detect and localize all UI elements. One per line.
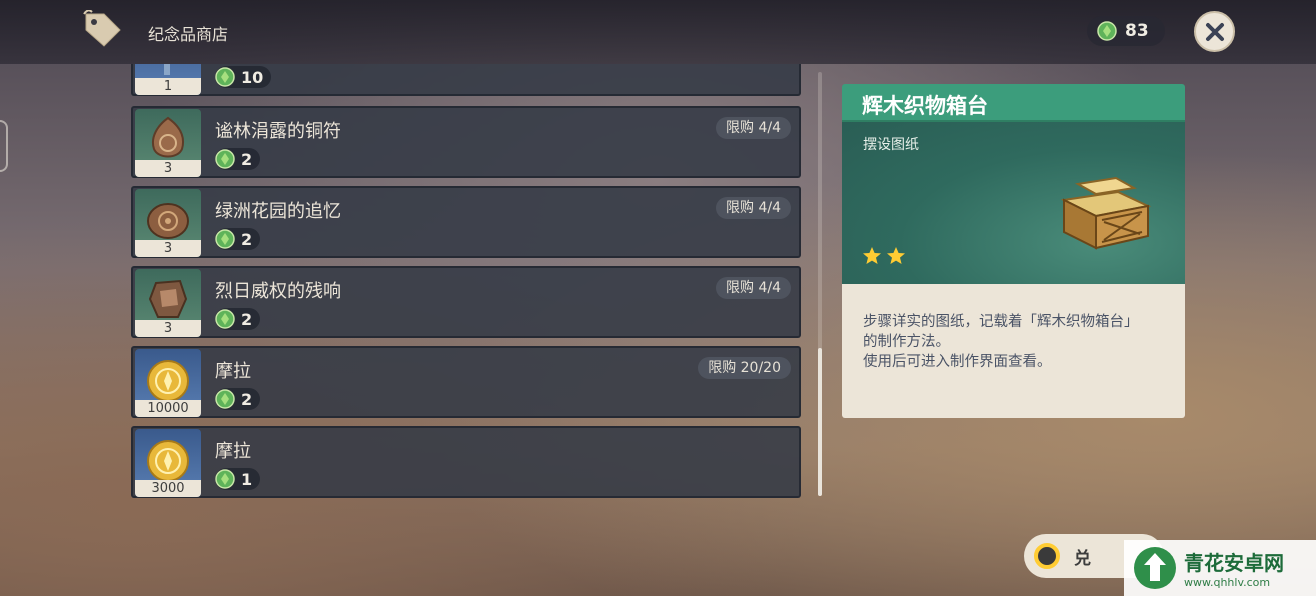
item-price: 10 bbox=[215, 66, 272, 88]
currency-gem-icon bbox=[215, 309, 235, 329]
item-price-value: 1 bbox=[241, 469, 253, 489]
mora-coin-icon bbox=[147, 440, 189, 482]
detail-description-panel: 步骤详实的图纸，记载着「辉木织物箱台」 的制作方法。 使用后可进入制作界面查看。 bbox=[842, 284, 1185, 418]
watermark-text: 青花安卓网 www.qhhlv.com bbox=[1184, 547, 1284, 589]
item-price: 2 bbox=[215, 148, 261, 170]
item-thumbnail: 1 bbox=[135, 64, 201, 95]
close-button[interactable] bbox=[1194, 11, 1235, 52]
item-thumbnail: 3000 bbox=[135, 429, 201, 497]
currency-value: 83 bbox=[1125, 21, 1149, 41]
item-name: 摩拉 bbox=[215, 441, 251, 462]
item-price: 1 bbox=[215, 468, 261, 490]
oasis-memento-icon bbox=[147, 203, 189, 239]
item-thumbnail: 3 bbox=[135, 109, 201, 177]
sunscorch-relic-icon bbox=[148, 279, 188, 318]
detail-title: 辉木织物箱台 bbox=[862, 94, 988, 118]
close-icon bbox=[1205, 22, 1224, 41]
list-item[interactable]: 3 烈日威权的残响 2 限购 4/4 bbox=[131, 266, 801, 338]
purchase-limit-badge: 限购 20/20 bbox=[698, 357, 791, 379]
purchase-limit-badge: 限购 4/4 bbox=[716, 197, 791, 219]
currency-gem-icon bbox=[215, 469, 235, 489]
item-thumbnail: 10000 bbox=[135, 349, 201, 417]
item-price: 2 bbox=[215, 228, 261, 250]
list-item[interactable]: 3 谧林涓露的铜符 2 限购 4/4 bbox=[131, 106, 801, 178]
site-watermark: 青花安卓网 www.qhhlv.com bbox=[1124, 540, 1316, 596]
item-price-value: 10 bbox=[241, 67, 264, 87]
item-price-value: 2 bbox=[241, 229, 253, 249]
item-name: 谧林涓露的铜符 bbox=[215, 121, 341, 142]
description-line: 的制作方法。 bbox=[863, 334, 950, 350]
shop-title: 纪念品商店 bbox=[148, 25, 229, 44]
confirm-ring-icon bbox=[1034, 543, 1060, 569]
watermark-url: www.qhhlv.com bbox=[1184, 576, 1271, 589]
list-item[interactable]: 3000 摩拉 1 bbox=[131, 426, 801, 498]
item-price-value: 2 bbox=[241, 149, 253, 169]
item-thumbnail: 3 bbox=[135, 189, 201, 257]
rarity-stars bbox=[862, 246, 906, 266]
description-line: 使用后可进入制作界面查看。 bbox=[863, 354, 1052, 370]
list-item[interactable]: 3 绿洲花园的追忆 2 限购 4/4 bbox=[131, 186, 801, 258]
currency-display: 83 bbox=[1087, 16, 1165, 46]
currency-gem-icon bbox=[215, 67, 235, 87]
watermark-name: 青花安卓网 bbox=[1184, 551, 1284, 575]
currency-gem-icon bbox=[215, 389, 235, 409]
item-price-value: 2 bbox=[241, 309, 253, 329]
currency-gem-icon bbox=[215, 229, 235, 249]
item-name: 烈日威权的残响 bbox=[215, 281, 341, 302]
scrollbar-thumb[interactable] bbox=[818, 348, 822, 496]
item-name: 摩拉 bbox=[215, 361, 251, 382]
price-tag-icon bbox=[83, 10, 121, 47]
list-item[interactable]: 10000 摩拉 2 限购 20/20 bbox=[131, 346, 801, 418]
detail-item-type: 摆设图纸 bbox=[863, 137, 919, 153]
item-price: 2 bbox=[215, 308, 261, 330]
list-item[interactable]: 1 10 bbox=[131, 64, 801, 96]
bronze-charm-icon bbox=[152, 116, 184, 158]
star-icon bbox=[887, 247, 905, 264]
item-quantity: 1 bbox=[135, 78, 201, 95]
watermark-logo-icon bbox=[1134, 547, 1176, 589]
item-quantity: 3 bbox=[135, 240, 201, 257]
detail-description: 步骤详实的图纸，记载着「辉木织物箱台」 的制作方法。 使用后可进入制作界面查看。 bbox=[863, 312, 1168, 372]
detail-header: 辉木织物箱台 bbox=[842, 84, 1185, 122]
purchase-limit-badge: 限购 4/4 bbox=[716, 277, 791, 299]
item-thumbnail: 3 bbox=[135, 269, 201, 337]
purchase-limit-badge: 限购 4/4 bbox=[716, 117, 791, 139]
star-icon bbox=[863, 247, 881, 264]
mora-coin-icon bbox=[147, 360, 189, 402]
item-price-value: 2 bbox=[241, 389, 253, 409]
partial-item-icon bbox=[164, 64, 170, 75]
item-quantity: 3000 bbox=[135, 480, 201, 497]
item-quantity: 3 bbox=[135, 320, 201, 337]
side-tab-handle[interactable] bbox=[0, 120, 8, 172]
redeem-button-label: 兑 bbox=[1074, 548, 1091, 569]
furnishing-crate-icon bbox=[1060, 176, 1152, 250]
top-bar: 纪念品商店 83 bbox=[0, 0, 1316, 64]
currency-gem-icon bbox=[1097, 21, 1117, 41]
item-price: 2 bbox=[215, 388, 261, 410]
item-quantity: 10000 bbox=[135, 400, 201, 417]
description-line: 步骤详实的图纸，记载着「辉木织物箱台」 bbox=[863, 314, 1139, 330]
item-name: 绿洲花园的追忆 bbox=[215, 201, 341, 222]
item-list: 1 10 3 谧林涓露的铜符 2 限购 4/4 3 绿洲花园的追忆 2 限购 4… bbox=[131, 64, 803, 500]
item-quantity: 3 bbox=[135, 160, 201, 177]
currency-gem-icon bbox=[215, 149, 235, 169]
item-detail-panel: 辉木织物箱台 摆设图纸 步骤详实的图纸，记载着「辉木织物箱台」 的制作方法。 使… bbox=[842, 84, 1185, 418]
